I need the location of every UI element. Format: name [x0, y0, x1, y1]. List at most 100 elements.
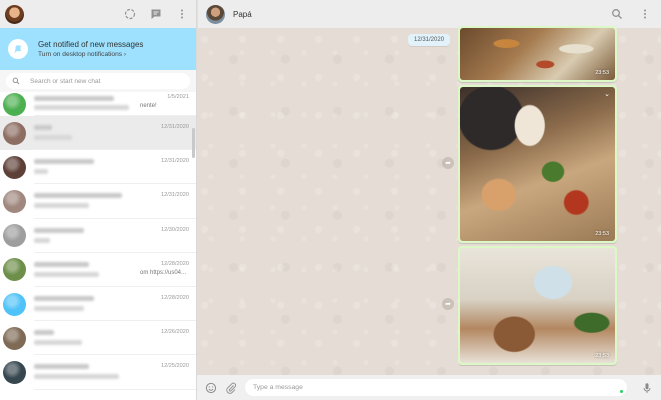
- photo-image[interactable]: 23:53: [460, 28, 615, 80]
- chat-avatar: [3, 326, 26, 350]
- forward-icon[interactable]: ➦: [442, 157, 454, 169]
- chat-item-body: 1/5/2021 nente!: [34, 92, 196, 116]
- chat-list: 1/5/2021 nente! 12/31/2020 12/31/2020 12…: [0, 92, 196, 390]
- chat-item-body: 12/28/2020 om https://us04...: [34, 253, 196, 287]
- message-time: 23:53: [595, 70, 609, 76]
- chat-preview-text: om https://us04...: [140, 269, 187, 276]
- contact-name[interactable]: Papá: [233, 10, 252, 19]
- conversation-header[interactable]: Papá: [197, 0, 661, 28]
- contact-avatar[interactable]: [206, 4, 225, 24]
- conversation-header-actions: [611, 8, 651, 20]
- chat-item-body: 12/25/2020: [34, 355, 196, 390]
- chat-item-body: 12/31/2020: [34, 184, 196, 219]
- chat-item-body: 12/26/2020: [34, 321, 196, 356]
- chat-name-redacted: [34, 295, 94, 301]
- new-chat-icon[interactable]: [150, 8, 162, 20]
- attach-icon[interactable]: [225, 382, 237, 394]
- chat-preview-redacted: [34, 271, 99, 277]
- chat-date: 12/31/2020: [161, 124, 189, 130]
- notification-banner[interactable]: Get notified of new messages Turn on des…: [0, 28, 196, 70]
- notification-bell-icon: [8, 39, 28, 59]
- chat-list-item[interactable]: 12/30/2020: [0, 219, 196, 253]
- chat-name-redacted: [34, 227, 84, 233]
- chat-list-item[interactable]: 12/31/2020: [0, 150, 196, 185]
- chat-avatar: [3, 189, 26, 213]
- chat-avatar: [3, 155, 26, 179]
- chat-list-item[interactable]: 12/31/2020: [0, 184, 196, 219]
- chat-preview-redacted: [34, 105, 129, 110]
- notification-text: Get notified of new messages Turn on des…: [38, 39, 143, 60]
- chat-list-scrollbar[interactable]: [192, 128, 195, 158]
- search-input[interactable]: [30, 77, 170, 85]
- chat-avatar: [3, 360, 26, 384]
- chat-name-redacted: [34, 159, 94, 165]
- message-area[interactable]: 12/31/2020 23:53 ➦ ⌄ 23:53 ➦ 23:53: [197, 26, 661, 375]
- forward-icon[interactable]: ➦: [442, 298, 454, 310]
- search-box[interactable]: [6, 73, 190, 89]
- conversation-pane: Papá 12/31/2020 23:53 ➦ ⌄ 23:53 ➦ 23:53 …: [197, 0, 661, 400]
- chat-name-redacted: [34, 125, 52, 130]
- chat-item-body: 12/31/2020: [34, 116, 196, 151]
- chat-preview-redacted: [34, 305, 84, 311]
- chat-list-item[interactable]: 12/26/2020: [0, 321, 196, 356]
- chat-date: 12/26/2020: [161, 329, 189, 336]
- chat-avatar: [3, 121, 26, 145]
- mic-icon[interactable]: [641, 382, 653, 394]
- chat-preview-text: nente!: [140, 103, 157, 109]
- chat-preview-redacted: [34, 237, 50, 243]
- message-input[interactable]: [245, 379, 627, 396]
- date-separator: 12/31/2020: [408, 34, 451, 46]
- sidebar-header: [0, 0, 196, 28]
- chat-preview-redacted: [34, 169, 48, 175]
- chat-preview-redacted: [34, 203, 89, 209]
- chat-list-item[interactable]: 1/5/2021 nente!: [0, 92, 196, 116]
- message-composer: [197, 375, 661, 400]
- menu-icon[interactable]: [176, 8, 188, 20]
- chat-name-redacted: [34, 96, 114, 101]
- chat-date: 12/31/2020: [161, 192, 189, 199]
- chat-list-item[interactable]: 12/31/2020: [0, 116, 196, 151]
- chat-date: 12/25/2020: [161, 363, 189, 370]
- photo-message[interactable]: 23:53: [458, 26, 617, 82]
- sidebar-header-actions: [124, 8, 188, 20]
- chat-avatar: [3, 258, 26, 282]
- chat-date: 12/28/2020: [161, 294, 189, 301]
- chat-name-redacted: [34, 193, 122, 199]
- chat-name-redacted: [34, 364, 89, 370]
- chat-avatar: [3, 224, 26, 248]
- chat-item-body: 12/30/2020: [34, 219, 196, 253]
- chat-item-body: 12/31/2020: [34, 150, 196, 185]
- sidebar: Get notified of new messages Turn on des…: [0, 0, 197, 400]
- emoji-icon[interactable]: [205, 382, 217, 394]
- chat-preview-redacted: [34, 135, 72, 140]
- status-icon[interactable]: [124, 8, 136, 20]
- my-avatar[interactable]: [5, 4, 24, 24]
- typing-indicator-dot: [620, 390, 623, 393]
- chevron-down-icon[interactable]: ⌄: [604, 90, 610, 98]
- chat-name-redacted: [34, 261, 89, 267]
- chat-preview-redacted: [34, 340, 82, 346]
- notification-link[interactable]: Turn on desktop notifications ›: [38, 50, 143, 60]
- chat-avatar: [3, 92, 26, 116]
- photo-image[interactable]: ⌄ 23:53: [460, 87, 615, 241]
- notification-title: Get notified of new messages: [38, 39, 144, 49]
- chat-date: 12/31/2020: [161, 158, 189, 165]
- chat-date: 12/30/2020: [161, 226, 189, 233]
- chat-list-item[interactable]: 12/28/2020: [0, 287, 196, 322]
- photo-message[interactable]: ⌄ 23:53: [458, 85, 617, 243]
- chat-list-item[interactable]: 12/25/2020: [0, 355, 196, 390]
- message-time: 23:53: [595, 231, 609, 237]
- photo-message[interactable]: 23:53: [458, 246, 617, 365]
- chat-preview-redacted: [34, 374, 119, 380]
- chat-avatar: [3, 292, 26, 316]
- search-icon[interactable]: [611, 8, 623, 20]
- chat-date: 12/28/2020: [161, 260, 189, 267]
- search-icon: [12, 77, 20, 85]
- chat-date: 1/5/2021: [167, 94, 189, 100]
- message-time: 23:53: [595, 353, 609, 359]
- chat-name-redacted: [34, 330, 54, 336]
- chat-list-item[interactable]: 12/28/2020 om https://us04...: [0, 253, 196, 287]
- photo-image[interactable]: 23:53: [460, 248, 615, 363]
- menu-icon[interactable]: [639, 8, 651, 20]
- chat-item-body: 12/28/2020: [34, 287, 196, 322]
